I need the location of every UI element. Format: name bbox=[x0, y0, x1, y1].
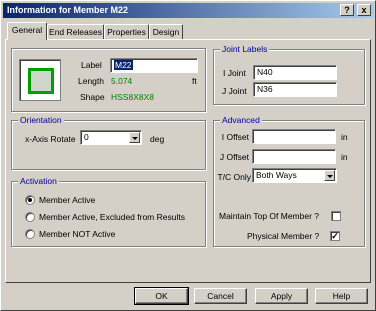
maintain-top-caption: Maintain Top Of Member ? bbox=[219, 211, 319, 221]
x-axis-rotate-caption: x-Axis Rotate bbox=[25, 134, 76, 144]
chevron-down-icon[interactable] bbox=[324, 170, 335, 181]
chevron-down-icon[interactable] bbox=[129, 132, 140, 143]
window-title: Information for Member M22 bbox=[7, 5, 129, 15]
section-shape-icon bbox=[19, 59, 61, 101]
title-bar: Information for Member M22 bbox=[3, 3, 374, 18]
checkmark-icon: ✓ bbox=[331, 231, 339, 241]
length-caption: Length bbox=[78, 76, 104, 86]
tab-end-releases[interactable]: End Releases bbox=[47, 24, 104, 39]
advanced-title: Advanced bbox=[220, 115, 262, 125]
cancel-button[interactable]: Cancel bbox=[194, 288, 247, 304]
j-offset-unit: in bbox=[341, 152, 348, 162]
i-offset-caption: I Offset bbox=[221, 132, 249, 142]
orientation-title: Orientation bbox=[18, 115, 64, 125]
j-offset-caption: J Offset bbox=[219, 152, 249, 162]
tc-only-select[interactable]: Both Ways bbox=[252, 168, 337, 183]
activation-title: Activation bbox=[18, 176, 59, 186]
member-active-radio[interactable] bbox=[25, 195, 35, 205]
member-not-active-radio[interactable] bbox=[25, 229, 35, 239]
apply-button[interactable]: Apply bbox=[255, 288, 308, 304]
shape-caption: Shape bbox=[80, 92, 105, 102]
joint-labels-title: Joint Labels bbox=[220, 44, 270, 54]
member-active-label[interactable]: Member Active bbox=[39, 194, 95, 206]
tab-properties[interactable]: Properties bbox=[104, 24, 149, 39]
close-title-button[interactable]: x bbox=[357, 4, 371, 16]
i-offset-input[interactable] bbox=[252, 129, 336, 144]
ok-button[interactable]: OK bbox=[134, 287, 189, 305]
x-axis-rotate-value: 0 bbox=[84, 132, 89, 142]
length-unit: ft bbox=[192, 76, 197, 86]
member-label-input[interactable]: M22 bbox=[110, 58, 198, 73]
tc-only-caption: T/C Only bbox=[217, 172, 251, 182]
physical-member-checkbox[interactable]: ✓ bbox=[330, 231, 340, 241]
i-joint-input[interactable]: N40 bbox=[253, 65, 337, 80]
shape-value: HSS8X8X8 bbox=[111, 92, 154, 102]
tc-only-value: Both Ways bbox=[256, 170, 297, 180]
member-not-active-label[interactable]: Member NOT Active bbox=[39, 228, 115, 240]
length-value: 5.074 bbox=[111, 76, 133, 86]
i-offset-unit: in bbox=[341, 132, 348, 142]
member-label-value: M22 bbox=[114, 60, 133, 70]
dialog-window: Information for Member M22 ? x General E… bbox=[0, 0, 376, 311]
maintain-top-checkbox[interactable] bbox=[331, 211, 341, 221]
i-joint-caption: I Joint bbox=[223, 68, 246, 78]
j-joint-caption: J Joint bbox=[222, 86, 247, 96]
label-caption: Label bbox=[81, 60, 102, 70]
j-joint-input[interactable]: N36 bbox=[253, 82, 337, 97]
help-title-button[interactable]: ? bbox=[340, 4, 354, 16]
x-axis-rotate-select[interactable]: 0 bbox=[80, 130, 142, 145]
member-active-excluded-label[interactable]: Member Active, Excluded from Results bbox=[39, 211, 185, 223]
orientation-group: Orientation bbox=[11, 115, 206, 170]
help-button[interactable]: Help bbox=[315, 288, 368, 304]
j-offset-input[interactable] bbox=[252, 149, 336, 164]
member-active-excluded-radio[interactable] bbox=[25, 212, 35, 222]
physical-member-caption: Physical Member ? bbox=[247, 231, 320, 241]
tab-design[interactable]: Design bbox=[149, 24, 183, 39]
tab-general[interactable]: General bbox=[7, 22, 47, 40]
rotate-unit: deg bbox=[150, 134, 165, 144]
